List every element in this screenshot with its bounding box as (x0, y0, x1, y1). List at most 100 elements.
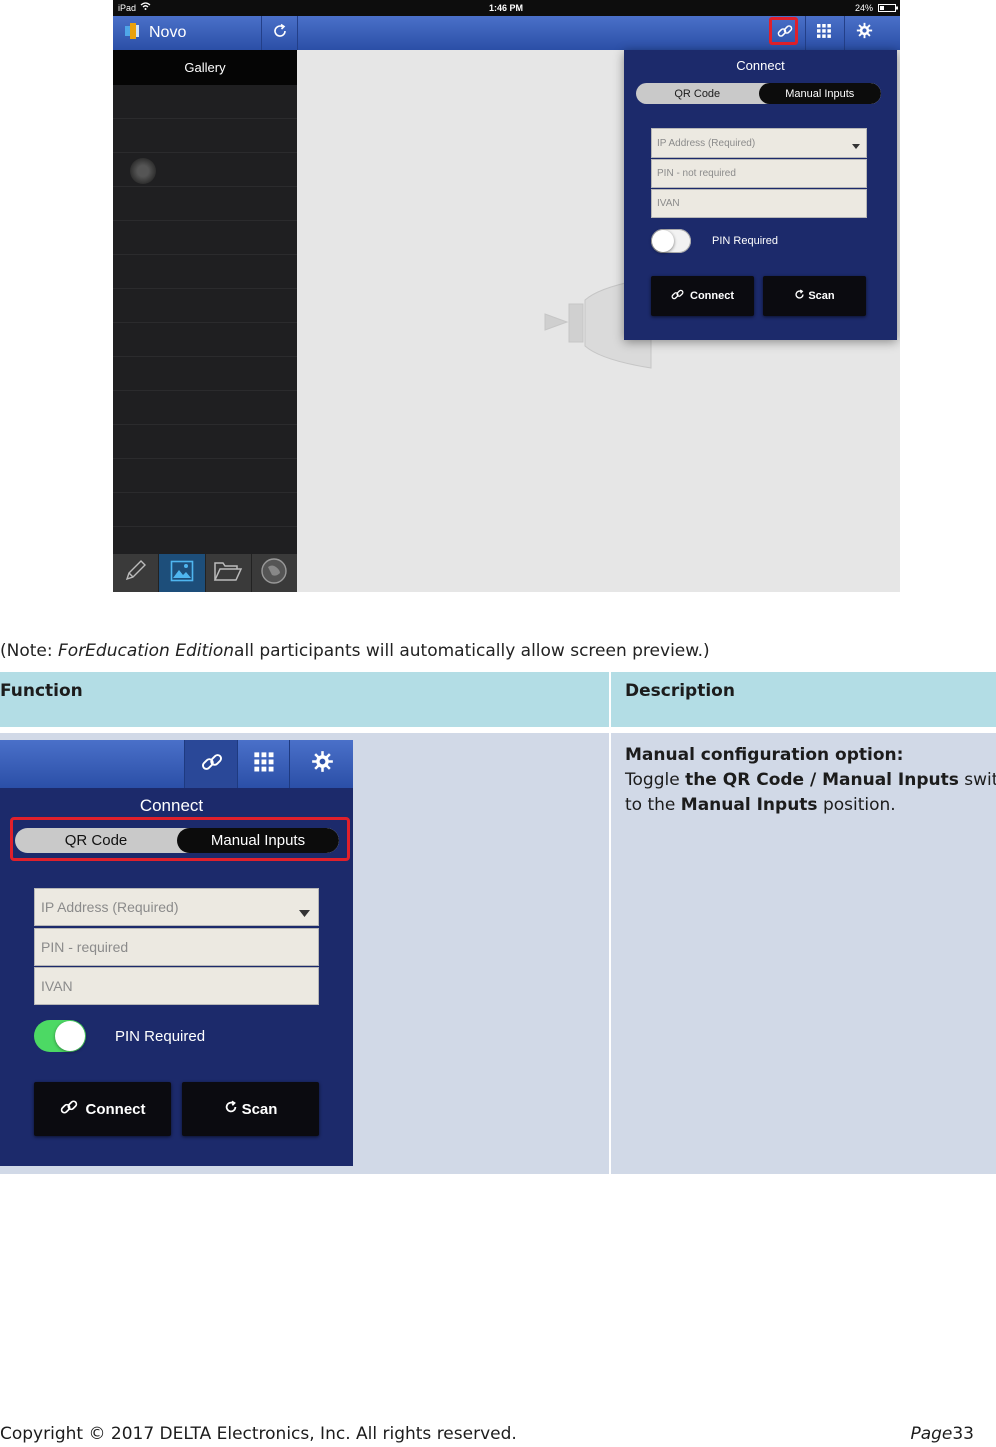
refresh-button[interactable] (262, 16, 297, 50)
note-text: (Note: ForEducation Editionall participa… (0, 641, 710, 661)
loading-indicator (130, 158, 156, 184)
note-prefix: (Note: (0, 641, 59, 661)
gallery-row[interactable] (113, 493, 297, 527)
header-function: Function (0, 672, 609, 727)
ip-address-dropdown[interactable]: IP Address (Required) (651, 128, 867, 158)
connect-link-button[interactable] (767, 16, 802, 50)
zoom-pin-required-label: PIN Required (115, 1028, 206, 1045)
zoom-ip-address-dropdown[interactable]: IP Address (Required) (34, 888, 319, 926)
zoom-pin-field[interactable]: PIN - required (34, 928, 319, 966)
pin-field[interactable]: PIN - not required (651, 159, 867, 188)
connect-popup: Connect QR Code Manual Inputs IP Address… (624, 50, 897, 340)
gallery-row[interactable] (113, 255, 297, 289)
zoom-scan-button[interactable]: Scan (182, 1082, 319, 1136)
gallery-row[interactable] (113, 425, 297, 459)
gallery-row[interactable] (113, 221, 297, 255)
dropdown-arrow-icon (852, 141, 860, 152)
zoom-settings-button[interactable] (289, 740, 353, 788)
note-edition: ForEducation Edition (58, 641, 235, 661)
gallery-row[interactable] (113, 119, 297, 153)
description-cell: Manual configuration option: Toggle the … (611, 733, 996, 1174)
pin-required-label: PIN Required (712, 235, 779, 247)
gear-icon (856, 22, 873, 44)
zoom-name-value: IVAN (41, 978, 73, 994)
popup-title: Connect (736, 58, 785, 73)
battery-percent: 24% (855, 3, 874, 13)
zoom-pin-required-toggle[interactable] (34, 1020, 86, 1052)
zoom-name-field[interactable]: IVAN (34, 967, 319, 1005)
gallery-row[interactable] (113, 289, 297, 323)
refresh-icon (272, 23, 288, 44)
app-title: Novo (121, 16, 221, 50)
refresh-icon (794, 289, 805, 303)
gallery-row[interactable] (113, 323, 297, 357)
carrier-label: iPad (118, 3, 137, 13)
image-icon (170, 560, 194, 587)
connect-button-label: Connect (690, 290, 734, 302)
wifi-icon (140, 1, 151, 13)
scan-button-label: Scan (808, 290, 835, 302)
zoom-link-button[interactable] (184, 740, 238, 788)
connect-button[interactable]: Connect (651, 276, 754, 316)
pencil-icon (123, 559, 149, 588)
gallery-row[interactable] (113, 527, 297, 555)
gallery-row[interactable] (113, 153, 297, 187)
battery-icon (878, 4, 898, 14)
dropdown-arrow-icon (299, 904, 310, 920)
description-line-2: to the Manual Inputs position. (625, 795, 896, 815)
header-function-label: Function (0, 681, 83, 701)
zoom-grid-button[interactable] (237, 740, 290, 788)
grid-icon (253, 751, 275, 778)
zoom-segment-manual-inputs[interactable]: Manual Inputs (177, 828, 339, 853)
segment-qr-code[interactable]: QR Code (636, 83, 759, 104)
pin-placeholder: PIN - not required (657, 168, 736, 179)
sidebar-title: Gallery (113, 50, 297, 85)
name-field[interactable]: IVAN (651, 189, 867, 218)
settings-button[interactable] (845, 16, 883, 50)
header-description: Description (611, 672, 996, 727)
zoom-pin-placeholder: PIN - required (41, 939, 129, 955)
pin-required-toggle[interactable] (651, 229, 691, 253)
copyright-text: Copyright © 2017 DELTA Electronics, Inc.… (0, 1424, 517, 1444)
gallery-row[interactable] (113, 459, 297, 493)
app-toolbar: Novo (113, 16, 900, 50)
gear-icon (311, 750, 334, 778)
sidebar-tabbar (113, 554, 297, 592)
ios-status-bar: iPad 1:46 PM 24% (113, 0, 900, 16)
ipad-screenshot: iPad 1:46 PM 24% Novo Gallery Connect QR… (113, 0, 900, 592)
gallery-row[interactable] (113, 391, 297, 425)
function-table: Function Description Connect QR Code Man… (0, 672, 996, 1174)
zoom-scan-label: Scan (241, 1100, 278, 1118)
gallery-row[interactable] (113, 85, 297, 119)
segment-manual-inputs[interactable]: Manual Inputs (758, 83, 881, 104)
zoom-connect-button[interactable]: Connect (34, 1082, 171, 1136)
grid-icon (816, 23, 832, 44)
globe-icon (260, 557, 288, 590)
mode-segmented-control[interactable]: QR Code Manual Inputs (636, 83, 881, 104)
zoom-segment-qr-code[interactable]: QR Code (15, 828, 177, 853)
header-description-label: Description (625, 681, 735, 701)
zoom-connect-label: Connect (85, 1100, 146, 1118)
tab-files[interactable] (206, 554, 252, 592)
description-heading: Manual configuration option: (625, 745, 904, 765)
link-icon (671, 288, 684, 304)
note-suffix: all participants will automatically allo… (234, 641, 710, 661)
link-icon (201, 751, 223, 778)
clock-label: 1:46 PM (489, 3, 524, 13)
refresh-icon (224, 1100, 238, 1118)
zoom-mode-segmented-control[interactable]: QR Code Manual Inputs (15, 828, 339, 853)
name-value: IVAN (657, 198, 680, 209)
zoom-popup-title: Connect (139, 796, 204, 815)
gallery-row[interactable] (113, 187, 297, 221)
grid-button[interactable] (806, 16, 841, 50)
tab-gallery[interactable] (159, 554, 206, 592)
tab-web[interactable] (252, 554, 297, 592)
page-number: Page33 (910, 1424, 974, 1444)
gallery-row[interactable] (113, 357, 297, 391)
tab-annotate[interactable] (113, 554, 160, 592)
zoom-ip-placeholder: IP Address (Required) (41, 899, 179, 915)
scan-button[interactable]: Scan (763, 276, 866, 316)
function-cell: Connect QR Code Manual Inputs IP Address… (0, 733, 609, 1174)
gallery-sidebar: Gallery (113, 50, 297, 592)
folder-icon (213, 560, 243, 587)
